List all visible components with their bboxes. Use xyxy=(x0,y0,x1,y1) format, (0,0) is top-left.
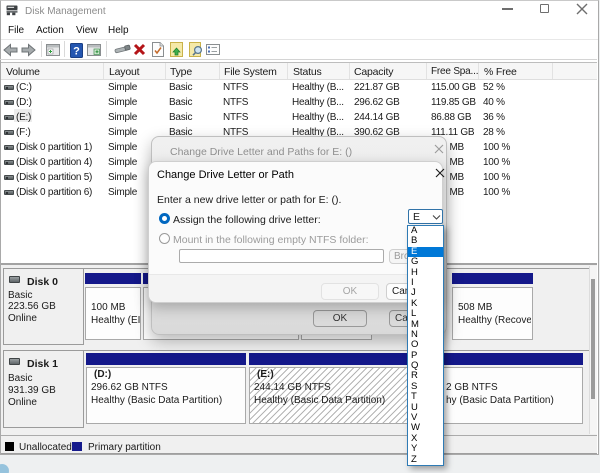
svg-text:?: ? xyxy=(73,46,80,58)
